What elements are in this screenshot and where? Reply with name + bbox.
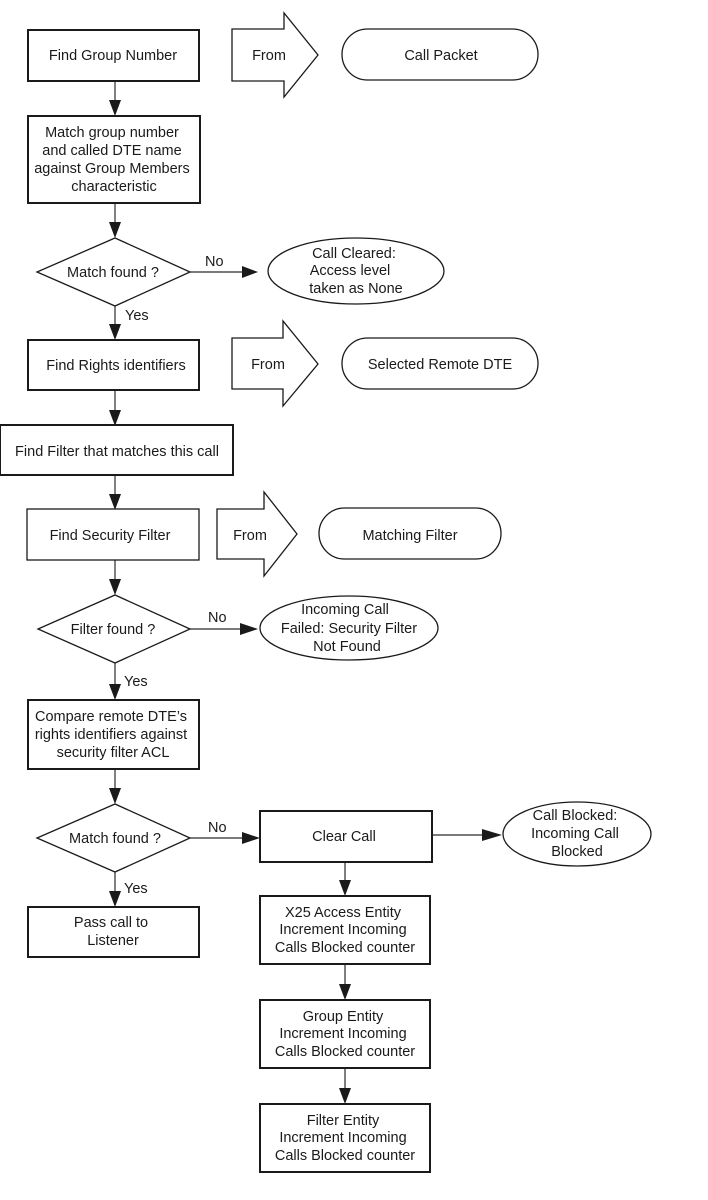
process-match-group-number: Match group number and called DTE name a…: [27, 115, 201, 204]
terminal-call-packet: Call Packet: [341, 28, 539, 81]
terminal-incoming-call-failed: Incoming Call Failed: Security Filter No…: [259, 595, 439, 661]
edge-label-yes: Yes: [124, 881, 148, 897]
arrowhead: [109, 788, 121, 804]
node-label: Matching Filter: [362, 528, 457, 544]
arrowhead: [242, 266, 258, 278]
terminal-matching-filter: Matching Filter: [318, 507, 502, 560]
process-filter-entity: Filter Entity Increment Incoming Calls B…: [259, 1103, 431, 1173]
process-find-security-filter: Find Security Filter: [26, 508, 200, 561]
arrowhead: [339, 984, 351, 1000]
node-label: Clear Call: [312, 829, 376, 845]
decision-match-found-1: Match found ?: [35, 237, 192, 307]
node-label: X25 Access Entity Increment Incoming Cal…: [275, 905, 415, 956]
node-label: Call Cleared: Access level taken as None: [309, 246, 403, 297]
node-label: Find Filter that matches this call: [15, 444, 219, 460]
node-label: Selected Remote DTE: [368, 357, 513, 373]
arrowhead: [339, 880, 351, 896]
node-label: Find Group Number: [49, 48, 177, 64]
arrowhead: [109, 410, 121, 426]
node-label: Match found ?: [69, 831, 161, 847]
decision-filter-found: Filter found ?: [36, 594, 192, 664]
from-label: From: [252, 48, 286, 64]
from-arrow-1: From: [231, 11, 319, 99]
arrowhead: [109, 324, 121, 340]
node-label: Find Security Filter: [50, 528, 171, 544]
flowchart-canvas: Find Group Number From Call Packet Match…: [0, 11, 652, 1173]
process-find-filter: Find Filter that matches this call: [0, 424, 234, 476]
from-label: From: [233, 528, 267, 544]
decision-match-found-2: Match found ?: [35, 803, 192, 873]
process-pass-call-to-listener: Pass call to Listener: [27, 906, 200, 958]
process-clear-call: Clear Call: [259, 810, 433, 863]
terminal-call-cleared: Call Cleared: Access level taken as None: [267, 237, 445, 305]
edge-label-no: No: [205, 254, 224, 270]
arrowhead: [109, 494, 121, 510]
node-label: Find Rights identifiers: [46, 358, 185, 374]
node-label: Call Packet: [404, 48, 477, 64]
terminal-selected-remote-dte: Selected Remote DTE: [341, 337, 539, 390]
edge-label-no: No: [208, 820, 227, 836]
arrowhead: [109, 222, 121, 238]
edge-label-yes: Yes: [125, 308, 149, 324]
process-find-group-number: Find Group Number: [27, 29, 200, 82]
from-arrow-3: From: [216, 490, 298, 578]
arrowhead: [109, 100, 121, 116]
process-find-rights-identifiers: Find Rights identifiers: [27, 339, 200, 391]
edge-label-no: No: [208, 610, 227, 626]
arrowhead: [240, 623, 258, 635]
arrowhead: [339, 1088, 351, 1104]
node-label: Match found ?: [67, 265, 159, 281]
arrowhead: [109, 579, 121, 595]
process-x25-access-entity: X25 Access Entity Increment Incoming Cal…: [259, 895, 431, 965]
from-label: From: [251, 357, 285, 373]
arrowhead: [482, 829, 502, 841]
edge-label-yes: Yes: [124, 674, 148, 690]
process-group-entity: Group Entity Increment Incoming Calls Bl…: [259, 999, 431, 1069]
process-compare-remote-dte: Compare remote DTE’s rights identifiers …: [27, 699, 200, 770]
from-arrow-2: From: [231, 319, 319, 408]
arrowhead: [109, 684, 121, 700]
arrowhead: [242, 832, 260, 844]
node-label: Compare remote DTE’s rights identifiers …: [35, 709, 191, 761]
terminal-call-blocked: Call Blocked: Incoming Call Blocked: [502, 801, 652, 867]
node-label: Filter found ?: [71, 622, 156, 638]
arrowhead: [109, 891, 121, 907]
